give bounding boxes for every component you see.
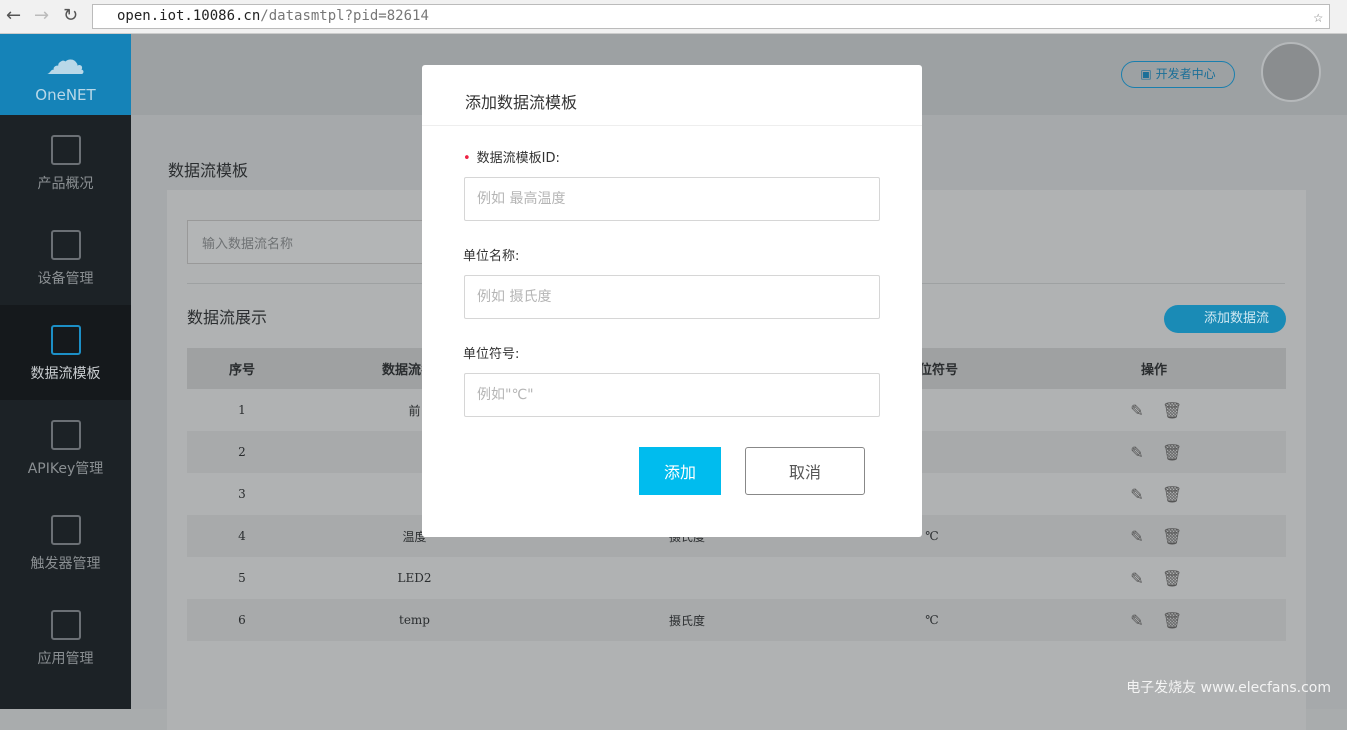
trash-icon[interactable]: 🗑 xyxy=(1162,611,1182,630)
edit-icon[interactable]: ✎ xyxy=(1128,401,1146,420)
sidebar-item[interactable]: 产品概况 xyxy=(0,115,131,210)
sidebar-item-label: 数据流模板 xyxy=(30,366,101,382)
edit-icon[interactable]: ✎ xyxy=(1128,611,1146,630)
cell-actions: ✎ 🗑 xyxy=(1022,473,1286,515)
url-path: /datasmtpl?pid=82614 xyxy=(260,8,429,24)
unit-name-label: 单位名称: xyxy=(463,249,520,264)
address-bar[interactable]: open.iot.10086.cn/datasmtpl?pid=82614 ☆ xyxy=(92,4,1330,29)
developer-center-button[interactable]: ▣ 开发者中心 xyxy=(1121,61,1235,88)
cell-symbol xyxy=(842,557,1022,599)
back-icon[interactable]: ← xyxy=(6,5,21,26)
unit-symbol-label: 单位符号: xyxy=(463,347,520,362)
trash-icon[interactable]: 🗑 xyxy=(1162,485,1182,504)
column-header: 操作 xyxy=(1022,348,1286,389)
table-row: 5 LED2 ✎ 🗑 xyxy=(187,557,1286,599)
sidebar-item[interactable]: 应用管理 xyxy=(0,590,131,685)
sidebar-item-icon xyxy=(50,515,81,545)
add-template-dialog: 添加数据流模板 • 数据流模板ID: 单位名称: 单位符号: 添加 取消 xyxy=(422,65,922,537)
cell-unit: 摄氏度 xyxy=(532,599,842,641)
cell-no: 2 xyxy=(187,431,297,473)
table-row: 6 temp 摄氏度 ℃ ✎ 🗑 xyxy=(187,599,1286,641)
bookmark-star-icon[interactable]: ☆ xyxy=(1313,5,1323,28)
forward-icon[interactable]: → xyxy=(34,5,49,26)
cell-name: temp xyxy=(297,599,532,641)
sidebar-item[interactable]: APIKey管理 xyxy=(0,400,131,495)
reload-icon[interactable]: ↻ xyxy=(63,5,78,26)
trash-icon[interactable]: 🗑 xyxy=(1162,443,1182,462)
watermark: 电子发烧友 www.elecfans.com xyxy=(1126,680,1331,696)
cell-no: 6 xyxy=(187,599,297,641)
page-title: 数据流模板 xyxy=(168,161,249,180)
edit-icon[interactable]: ✎ xyxy=(1128,485,1146,504)
cell-name: LED2 xyxy=(397,571,432,585)
add-datastream-label: 添加数据流 xyxy=(1204,311,1270,326)
sidebar-item-icon xyxy=(50,420,81,450)
edit-icon[interactable]: ✎ xyxy=(1128,569,1146,588)
cell-actions: ✎ 🗑 xyxy=(1022,557,1286,599)
logo[interactable]: ☁ OneNET xyxy=(0,34,131,115)
avatar[interactable] xyxy=(1261,42,1321,102)
cell-no: 1 xyxy=(238,403,246,417)
cell-actions: ✎ 🗑 xyxy=(1022,599,1286,641)
dialog-title: 添加数据流模板 xyxy=(465,93,578,112)
search-input[interactable]: 输入数据流名称 xyxy=(187,220,427,264)
cell-actions: ✎ 🗑 xyxy=(1022,389,1286,431)
cell-symbol: ℃ xyxy=(842,599,1022,641)
cell-actions: ✎ 🗑 xyxy=(1022,515,1286,557)
section-title: 数据流展示 xyxy=(187,308,268,327)
sidebar: ☁ OneNET 产品概况设备管理数据流模板 APIKey管理 触发器管理应用管理 xyxy=(0,34,131,709)
column-header: 序号 xyxy=(187,348,297,389)
trash-icon[interactable]: 🗑 xyxy=(1162,569,1182,588)
browser-toolbar: ← → ↻ open.iot.10086.cn/datasmtpl?pid=82… xyxy=(0,0,1347,34)
developer-icon: ▣ xyxy=(1140,67,1156,81)
id-label-text: 数据流模板ID: xyxy=(476,151,560,166)
sidebar-item-label: 设备管理 xyxy=(37,271,94,287)
developer-center-label: 开发者中心 xyxy=(1155,67,1216,81)
sidebar-item[interactable]: 触发器管理 xyxy=(0,495,131,590)
sidebar-item-icon xyxy=(50,135,81,165)
add-datastream-button[interactable]: 添加数据流 xyxy=(1164,305,1286,333)
unit-symbol-input[interactable] xyxy=(464,373,880,417)
edit-icon[interactable]: ✎ xyxy=(1128,527,1146,546)
trash-icon[interactable]: 🗑 xyxy=(1162,401,1182,420)
sidebar-item-icon xyxy=(50,325,81,355)
cell-actions: ✎ 🗑 xyxy=(1022,431,1286,473)
cell-unit xyxy=(532,557,842,599)
logo-text: OneNET xyxy=(35,86,96,104)
url-host: open.iot.10086.cn xyxy=(117,8,261,24)
cell-no: 5 xyxy=(238,571,246,585)
sidebar-item-label: 应用管理 xyxy=(37,651,94,667)
required-marker: • xyxy=(463,151,471,166)
cell-no: 4 xyxy=(187,515,297,557)
id-label: • 数据流模板ID: xyxy=(463,147,560,166)
template-id-input[interactable] xyxy=(464,177,880,221)
sidebar-item[interactable]: 数据流模板 xyxy=(0,305,131,400)
unit-name-input[interactable] xyxy=(464,275,880,319)
sidebar-item-icon xyxy=(50,610,81,640)
cell-no: 3 xyxy=(238,487,246,501)
sidebar-item-label: 触发器管理 xyxy=(30,556,101,572)
sidebar-item-label: 产品概况 xyxy=(37,176,94,192)
cancel-button[interactable]: 取消 xyxy=(745,447,865,495)
trash-icon[interactable]: 🗑 xyxy=(1162,527,1182,546)
sidebar-item[interactable]: 设备管理 xyxy=(0,210,131,305)
add-button[interactable]: 添加 xyxy=(639,447,721,495)
sidebar-item-label: APIKey管理 xyxy=(27,461,104,477)
sidebar-item-icon xyxy=(50,230,81,260)
edit-icon[interactable]: ✎ xyxy=(1128,443,1146,462)
dialog-divider xyxy=(422,125,922,126)
